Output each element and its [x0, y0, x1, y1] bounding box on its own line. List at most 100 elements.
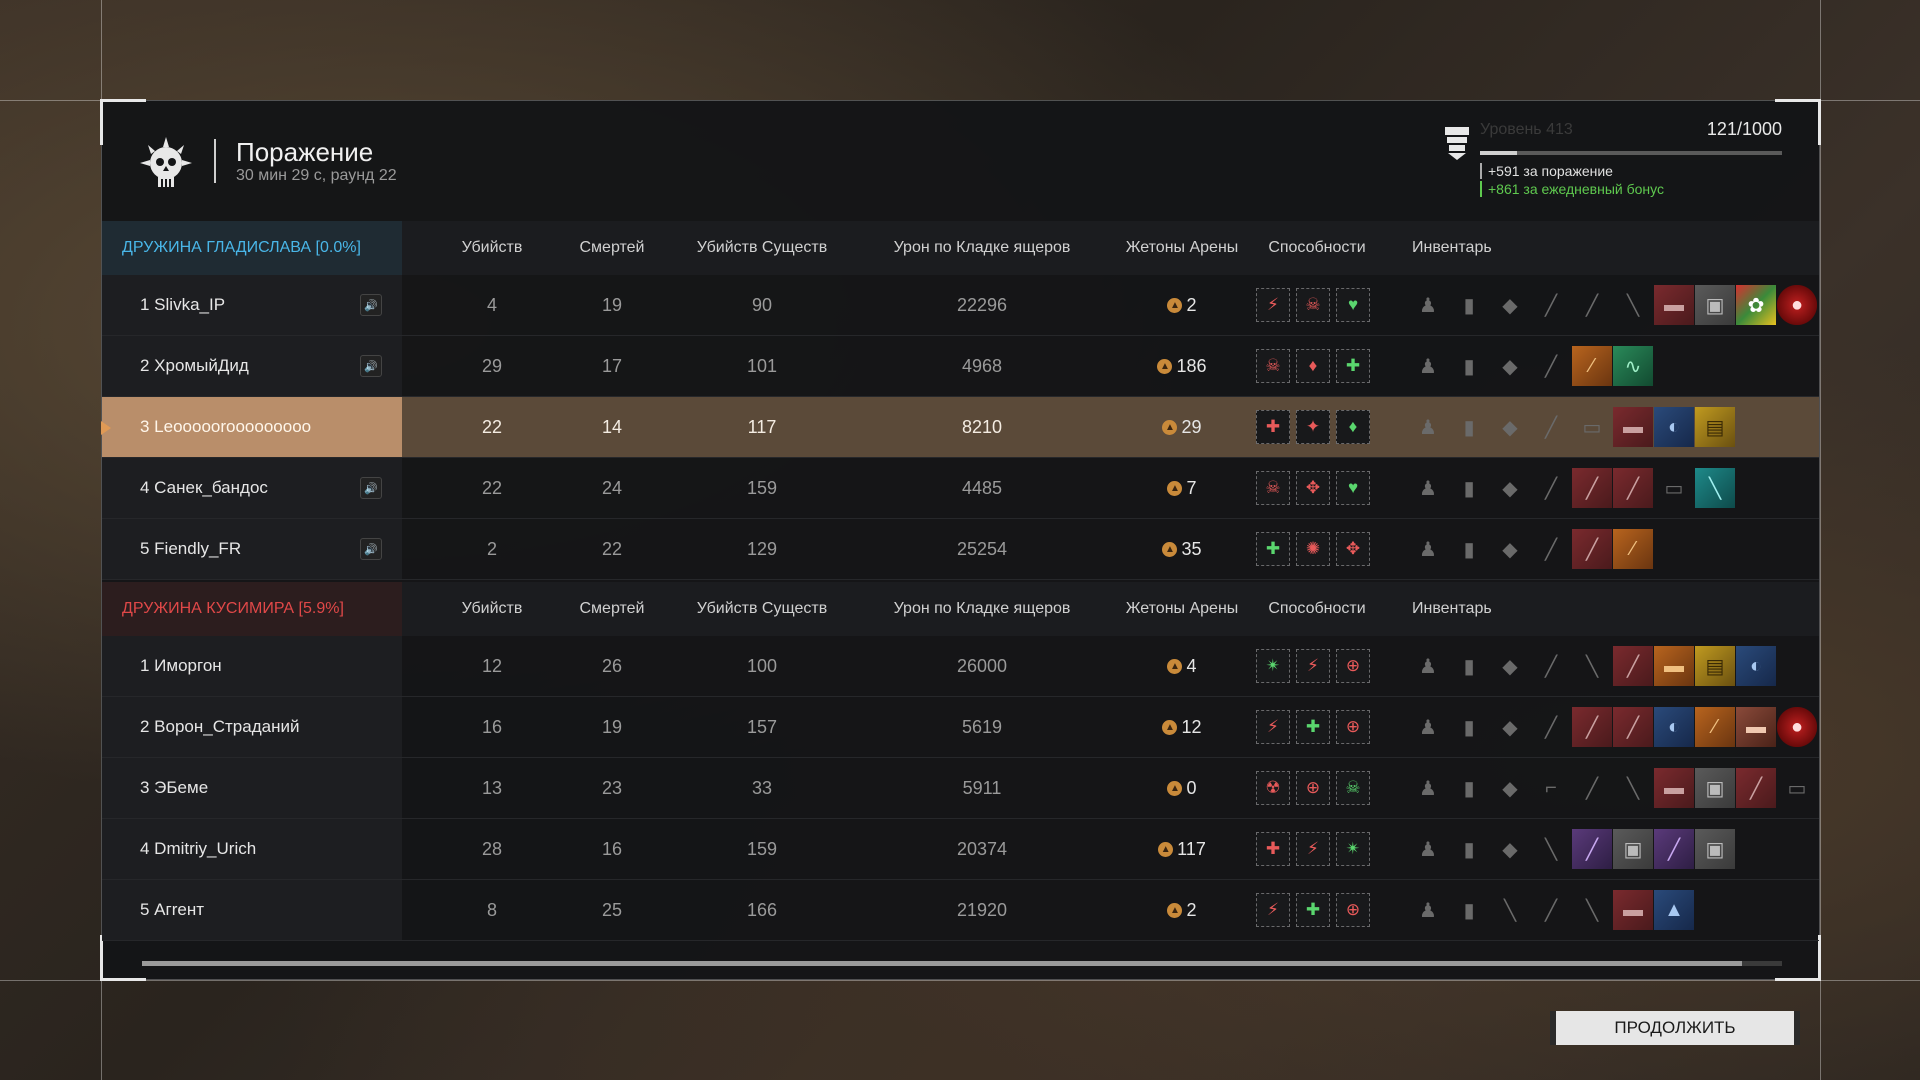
inventory-item-icon[interactable]: ∿ — [1613, 346, 1653, 386]
player-row[interactable]: 4 Dmitriy_Urich 28 16 159 20374 ▲ 117 ✚ ⚡ ✴ ♟ ▮ ◆ ╲ ╱ ▣… — [102, 819, 1819, 880]
ability-icon[interactable]: ♥ — [1336, 471, 1370, 505]
inventory-item-icon[interactable]: ⌐ — [1531, 768, 1571, 808]
ability-icon[interactable]: ✚ — [1296, 893, 1330, 927]
inventory-item-icon[interactable]: ◐ — [1654, 707, 1694, 747]
ability-icon[interactable]: ✴ — [1336, 832, 1370, 866]
inventory-item-icon[interactable]: ╲ — [1613, 285, 1653, 325]
inventory-item-icon[interactable]: ● — [1777, 285, 1817, 325]
player-row[interactable]: 2 ХромыйДид 🔊 29 17 101 4968 ▲ 186 ☠ ♦ ✚ ♟ ▮ ◆ ╱ ⁄ ∿ — [102, 336, 1819, 397]
inventory-item-icon[interactable]: ▮ — [1449, 346, 1489, 386]
inventory-item-icon[interactable]: ╱ — [1572, 285, 1612, 325]
ability-icon[interactable]: ✴ — [1256, 649, 1290, 683]
inventory-item-icon[interactable]: ╱ — [1613, 707, 1653, 747]
player-row[interactable]: 1 Иморгон 12 26 100 26000 ▲ 4 ✴ ⚡ ⊕ ♟ ▮ ◆ ╱ ╲ ╱ ▬ ▤ ◐ — [102, 636, 1819, 697]
ability-icon[interactable]: ⊕ — [1336, 893, 1370, 927]
inventory-item-icon[interactable]: ▤ — [1695, 407, 1735, 447]
inventory-item-icon[interactable]: ▮ — [1449, 707, 1489, 747]
inventory-item-icon[interactable]: ◆ — [1490, 707, 1530, 747]
inventory-item-icon[interactable]: ♟ — [1408, 646, 1448, 686]
inventory-item-icon[interactable]: ▮ — [1449, 829, 1489, 869]
inventory-item-icon[interactable]: ╲ — [1531, 829, 1571, 869]
ability-icon[interactable]: ⚡ — [1256, 893, 1290, 927]
inventory-item-icon[interactable]: ◆ — [1490, 829, 1530, 869]
inventory-item-icon[interactable]: ▬ — [1613, 407, 1653, 447]
inventory-item-icon[interactable]: ⁄ — [1695, 707, 1735, 747]
inventory-item-icon[interactable]: ╱ — [1613, 646, 1653, 686]
inventory-item-icon[interactable]: ▮ — [1449, 768, 1489, 808]
horizontal-scrollbar[interactable] — [142, 961, 1782, 966]
ability-icon[interactable]: ⚡ — [1296, 649, 1330, 683]
ability-icon[interactable]: ♦ — [1296, 349, 1330, 383]
inventory-item-icon[interactable]: ▮ — [1449, 285, 1489, 325]
inventory-item-icon[interactable]: ▣ — [1613, 829, 1653, 869]
inventory-item-icon[interactable]: ◆ — [1490, 285, 1530, 325]
inventory-item-icon[interactable]: ◐ — [1736, 646, 1776, 686]
ability-icon[interactable]: ✚ — [1256, 832, 1290, 866]
ability-icon[interactable]: ⚡ — [1256, 710, 1290, 744]
inventory-item-icon[interactable]: ▬ — [1613, 890, 1653, 930]
inventory-item-icon[interactable]: ♟ — [1408, 407, 1448, 447]
inventory-item-icon[interactable]: ╱ — [1531, 707, 1571, 747]
inventory-item-icon[interactable]: ▮ — [1449, 529, 1489, 569]
inventory-item-icon[interactable]: ◆ — [1490, 468, 1530, 508]
inventory-item-icon[interactable]: ╱ — [1572, 829, 1612, 869]
inventory-item-icon[interactable]: ▮ — [1449, 407, 1489, 447]
inventory-item-icon[interactable]: ╲ — [1613, 768, 1653, 808]
inventory-item-icon[interactable]: ♟ — [1408, 346, 1448, 386]
inventory-item-icon[interactable]: ╱ — [1531, 646, 1571, 686]
inventory-item-icon[interactable]: ▬ — [1654, 768, 1694, 808]
ability-icon[interactable]: ✚ — [1256, 410, 1290, 444]
ability-icon[interactable]: ✦ — [1296, 410, 1330, 444]
inventory-item-icon[interactable]: ▲ — [1654, 890, 1694, 930]
inventory-item-icon[interactable]: ♟ — [1408, 707, 1448, 747]
inventory-item-icon[interactable]: ▭ — [1572, 407, 1612, 447]
ability-icon[interactable]: ☢ — [1256, 771, 1290, 805]
inventory-item-icon[interactable]: ╱ — [1572, 468, 1612, 508]
ability-icon[interactable]: ✚ — [1256, 532, 1290, 566]
inventory-item-icon[interactable]: ◆ — [1490, 646, 1530, 686]
inventory-item-icon[interactable]: ♟ — [1408, 829, 1448, 869]
continue-button[interactable]: ПРОДОЛЖИТЬ — [1550, 1011, 1800, 1045]
ability-icon[interactable]: ♦ — [1336, 410, 1370, 444]
voice-speaker-icon[interactable]: 🔊 — [360, 538, 382, 560]
ability-icon[interactable]: ✥ — [1336, 532, 1370, 566]
inventory-item-icon[interactable]: ╱ — [1531, 407, 1571, 447]
inventory-item-icon[interactable]: ▬ — [1736, 707, 1776, 747]
ability-icon[interactable]: ✚ — [1296, 710, 1330, 744]
inventory-item-icon[interactable]: ▬ — [1654, 285, 1694, 325]
inventory-item-icon[interactable]: ╱ — [1613, 468, 1653, 508]
ability-icon[interactable]: ✺ — [1296, 532, 1330, 566]
inventory-item-icon[interactable]: ╱ — [1736, 768, 1776, 808]
inventory-item-icon[interactable]: ♟ — [1408, 768, 1448, 808]
inventory-item-icon[interactable]: ▭ — [1777, 768, 1817, 808]
inventory-item-icon[interactable]: ╲ — [1572, 890, 1612, 930]
inventory-item-icon[interactable]: ╱ — [1531, 468, 1571, 508]
inventory-item-icon[interactable]: ◆ — [1490, 346, 1530, 386]
voice-speaker-icon[interactable]: 🔊 — [360, 477, 382, 499]
inventory-item-icon[interactable]: ╱ — [1572, 707, 1612, 747]
inventory-item-icon[interactable]: ╱ — [1531, 890, 1571, 930]
ability-icon[interactable]: ⚡ — [1296, 832, 1330, 866]
inventory-item-icon[interactable]: ▮ — [1449, 468, 1489, 508]
inventory-item-icon[interactable]: ♟ — [1408, 529, 1448, 569]
inventory-item-icon[interactable]: ♟ — [1408, 890, 1448, 930]
inventory-item-icon[interactable]: ⁄ — [1613, 529, 1653, 569]
inventory-item-icon[interactable]: ◐ — [1654, 407, 1694, 447]
inventory-item-icon[interactable]: ▣ — [1695, 285, 1735, 325]
player-row[interactable]: 5 Агrент 8 25 166 21920 ▲ 2 ⚡ ✚ ⊕ ♟ ▮ ╲ ╱ ╲ ▬ ▲ — [102, 880, 1819, 941]
inventory-item-icon[interactable]: ⁄ — [1572, 346, 1612, 386]
inventory-item-icon[interactable]: ╱ — [1572, 768, 1612, 808]
inventory-item-icon[interactable]: ╱ — [1531, 285, 1571, 325]
player-row[interactable]: 3 ЭБеме 13 23 33 5911 ▲ 0 ☢ ⊕ ☠ ♟ ▮ ◆ ⌐ ╱ ╲ ▬ ▣ ╱ ▭ — [102, 758, 1819, 819]
ability-icon[interactable]: ⚡ — [1256, 288, 1290, 322]
inventory-item-icon[interactable]: ╱ — [1654, 829, 1694, 869]
inventory-item-icon[interactable]: ▣ — [1695, 829, 1735, 869]
ability-icon[interactable]: ⊕ — [1296, 771, 1330, 805]
inventory-item-icon[interactable]: ● — [1777, 707, 1817, 747]
inventory-item-icon[interactable]: ▮ — [1449, 646, 1489, 686]
inventory-item-icon[interactable]: ▣ — [1695, 768, 1735, 808]
player-row[interactable]: 1 Slivka_IP 🔊 4 19 90 22296 ▲ 2 ⚡ ☠ ♥ ♟ ▮ ◆ ╱ ╱ ╲ ▬ ▣ ✿ ● — [102, 275, 1819, 336]
inventory-item-icon[interactable]: ◆ — [1490, 768, 1530, 808]
inventory-item-icon[interactable]: ▮ — [1449, 890, 1489, 930]
inventory-item-icon[interactable]: ◆ — [1490, 529, 1530, 569]
